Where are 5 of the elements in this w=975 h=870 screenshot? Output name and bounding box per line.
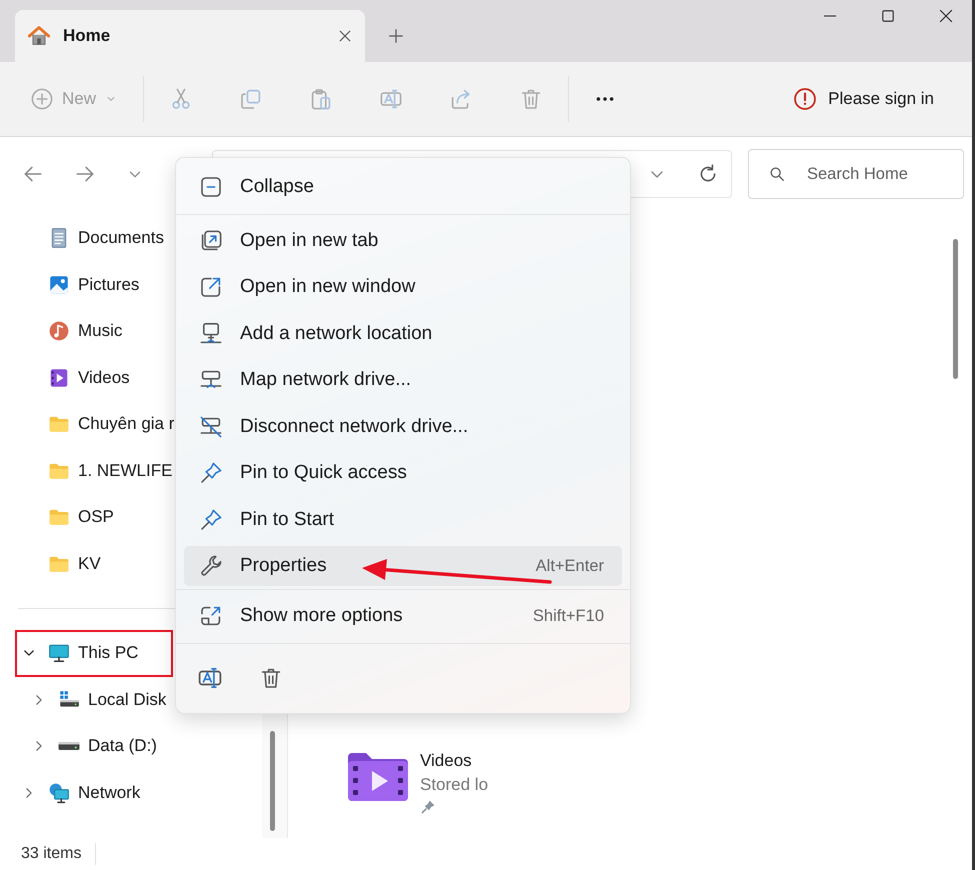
item-name: Videos bbox=[420, 751, 473, 771]
shortcut-text: Shift+F10 bbox=[532, 606, 604, 626]
status-text: 33 items bbox=[21, 845, 82, 863]
shortcut-text: Alt+Enter bbox=[536, 556, 604, 576]
item-detail: Stored lo bbox=[420, 775, 488, 795]
